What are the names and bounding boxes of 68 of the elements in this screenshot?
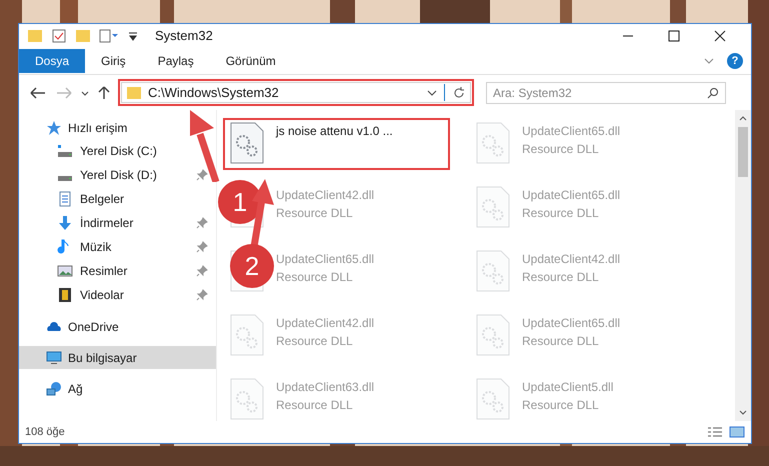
pin-icon[interactable]	[196, 169, 208, 181]
nav-item[interactable]: OneDrive	[19, 315, 216, 338]
nav-label: Ağ	[68, 380, 83, 398]
properties-icon[interactable]	[99, 28, 119, 44]
nav-label: Bu bilgisayar	[68, 350, 137, 366]
file-type: Resource DLL	[522, 333, 600, 350]
image-icon	[57, 263, 73, 279]
drive-icon	[57, 144, 73, 158]
film-icon	[57, 287, 73, 303]
annotation-arrow	[249, 179, 274, 247]
nav-link[interactable]: Yerel Disk (C:)	[80, 142, 157, 160]
file-type: Resource DLL	[276, 397, 354, 414]
nav-label: Hızlı erişim	[68, 120, 128, 136]
file-type: Resource DLL	[276, 269, 354, 286]
file-type: Resource DLL	[522, 269, 600, 286]
nav-link[interactable]: İndirmeler	[80, 214, 134, 232]
scrollbar[interactable]	[735, 110, 751, 421]
network-icon	[46, 380, 62, 396]
settings-file-icon	[476, 122, 510, 164]
search-icon[interactable]	[707, 86, 719, 98]
nav-link[interactable]: Müzik	[80, 238, 112, 256]
file-type: Resource DLL	[522, 397, 600, 414]
settings-file-icon	[476, 250, 510, 292]
ribbon-tab[interactable]: Giriş	[85, 49, 142, 73]
pin-icon[interactable]	[196, 289, 208, 301]
folder-icon	[126, 84, 142, 100]
ribbon-tab[interactable]: Paylaş	[142, 49, 210, 73]
settings-file-icon	[230, 378, 264, 420]
computer-icon	[46, 350, 62, 366]
settings-file-icon	[476, 314, 510, 356]
large-icons-view-icon[interactable]	[729, 426, 745, 438]
item-count: 108 öğe	[25, 424, 65, 440]
nav-link[interactable]: Yerel Disk (D:)	[80, 166, 157, 184]
address-bar[interactable]: C:\Windows\System32	[121, 82, 471, 103]
file-name[interactable]: js noise attenu v1.0 ...	[276, 122, 393, 140]
search-placeholder: Ara: System32	[493, 84, 573, 102]
document-icon	[57, 191, 73, 207]
download-icon	[57, 215, 73, 231]
nav-link[interactable]: Videolar	[80, 286, 124, 304]
pin-icon[interactable]	[196, 241, 208, 253]
nav-item[interactable]: Hızlı erişim	[19, 116, 216, 139]
file-type: Resource DLL	[522, 205, 600, 222]
checklist-icon[interactable]	[51, 28, 67, 44]
file-type: Resource DLL	[276, 205, 354, 222]
details-view-icon[interactable]	[707, 426, 723, 438]
address-path: C:\Windows\System32	[148, 84, 279, 102]
help-button[interactable]: ?	[727, 53, 743, 69]
settings-file-icon	[476, 186, 510, 228]
pin-icon[interactable]	[196, 217, 208, 229]
drive-icon	[57, 176, 73, 180]
ribbon-tab[interactable]: Dosya	[19, 49, 86, 73]
nav-label: OneDrive	[68, 318, 119, 336]
file-type: Resource DLL	[276, 333, 354, 350]
settings-file-icon	[230, 314, 264, 356]
file-type: Resource DLL	[522, 141, 600, 158]
settings-file-icon	[230, 122, 264, 164]
pin-icon[interactable]	[196, 265, 208, 277]
nav-item[interactable]: Ağ	[19, 377, 216, 400]
nav-link[interactable]: Belgeler	[80, 190, 124, 208]
settings-file-icon	[476, 378, 510, 420]
dropdown-icon[interactable]	[127, 30, 139, 42]
ribbon-tab[interactable]: Görünüm	[210, 49, 292, 73]
search-field[interactable]: Ara: System32	[486, 82, 726, 104]
star-icon	[46, 120, 62, 136]
window-title: System32	[155, 27, 213, 46]
scroll-thumb[interactable]	[738, 127, 748, 177]
nav-item[interactable]: Bu bilgisayar	[19, 346, 216, 369]
nav-link[interactable]: Resimler	[80, 262, 128, 280]
